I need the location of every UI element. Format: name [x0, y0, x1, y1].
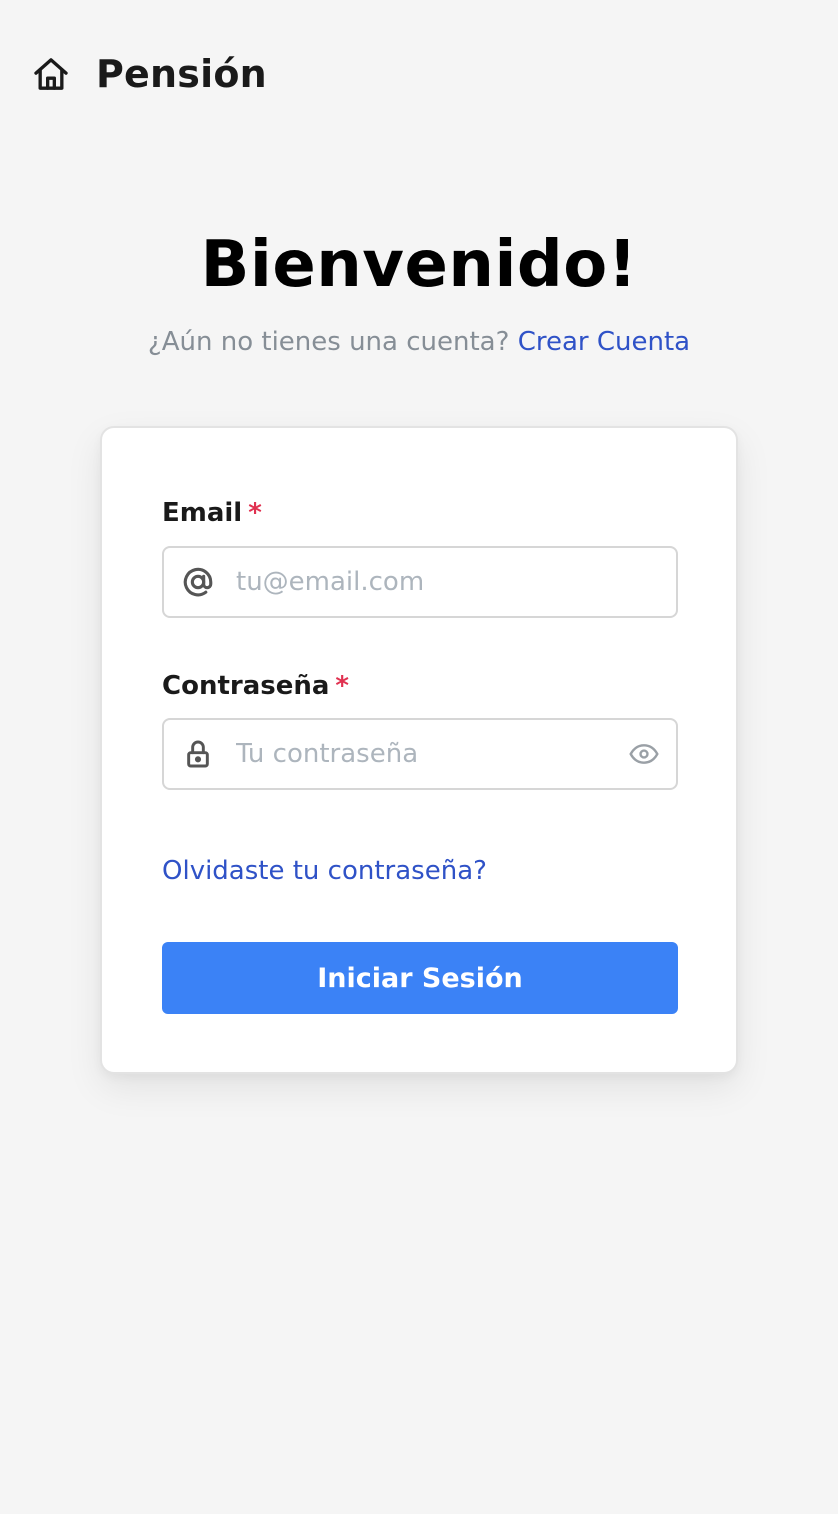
- create-account-link[interactable]: Crear Cuenta: [518, 327, 690, 357]
- password-required-mark: *: [335, 671, 350, 701]
- login-button[interactable]: Iniciar Sesión: [162, 942, 678, 1014]
- brand-name[interactable]: Pensión: [96, 52, 267, 96]
- eye-icon[interactable]: [626, 736, 662, 772]
- email-required-mark: *: [248, 498, 262, 528]
- password-input[interactable]: [164, 720, 676, 788]
- home-icon[interactable]: [30, 53, 72, 95]
- password-field-wrapper: [162, 718, 678, 790]
- welcome-title: Bienvenido!: [200, 228, 638, 302]
- login-card: Email* Contraseña* Olvidas: [100, 426, 738, 1074]
- at-icon: [180, 564, 216, 600]
- signup-prompt: ¿Aún no tienes una cuenta? Crear Cuenta: [0, 327, 838, 357]
- email-label-text: Email: [162, 498, 243, 528]
- password-label: Contraseña *: [162, 671, 349, 701]
- forgot-password-link[interactable]: Olvidaste tu contraseña?: [162, 856, 487, 886]
- signup-prompt-text: ¿Aún no tienes una cuenta?: [147, 327, 510, 357]
- email-label: Email *: [162, 498, 262, 528]
- password-label-text: Contraseña: [162, 671, 330, 701]
- email-field-wrapper: [162, 546, 678, 618]
- lock-icon: [180, 736, 216, 772]
- email-input[interactable]: [164, 548, 676, 616]
- app-header: Pensión: [30, 48, 267, 100]
